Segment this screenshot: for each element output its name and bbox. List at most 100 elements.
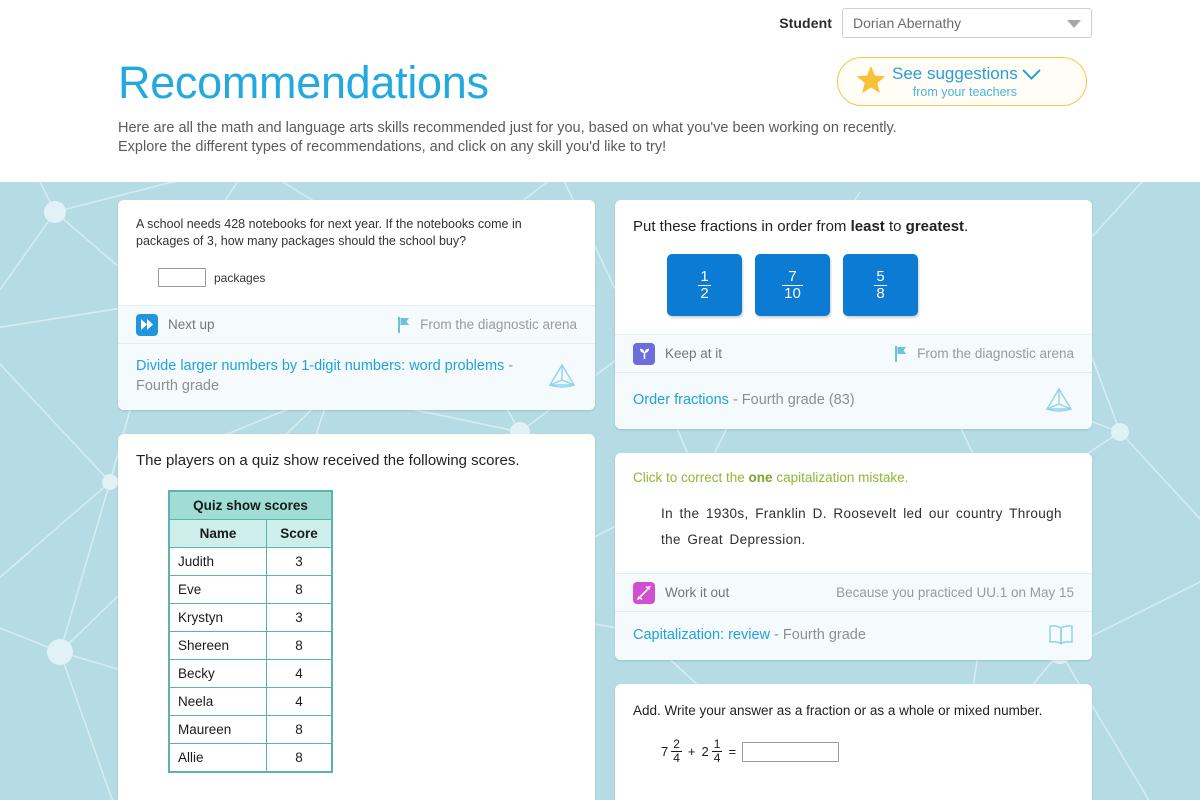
- chevron-down-icon: [1022, 61, 1041, 80]
- whole-part: 7: [661, 744, 669, 759]
- problem-preview: A school needs 428 notebooks for next ye…: [118, 200, 595, 305]
- source-text: Because you practiced UU.1 on May 15: [836, 585, 1074, 600]
- fraction-denominator: 4: [711, 751, 723, 765]
- problem-question: Put these fractions in order from least …: [633, 216, 1074, 238]
- skill-name-link[interactable]: Order fractions: [633, 392, 729, 408]
- cell-name: Neela: [168, 687, 267, 716]
- cell-name: Becky: [168, 659, 267, 688]
- fraction-denominator: 2: [698, 284, 711, 302]
- answer-unit-label: packages: [214, 270, 266, 285]
- student-dropdown-value: Dorian Abernathy: [853, 15, 962, 31]
- expression-row: 7 2 4 + 2 1 4 =: [633, 738, 1074, 765]
- table-title-row: Quiz show scores: [168, 490, 333, 520]
- problem-preview: Add. Write your answer as a fraction or …: [615, 684, 1092, 800]
- fraction-tiles: 1 2 7 10 5 8: [633, 254, 1074, 316]
- badge-label: Next up: [168, 317, 215, 332]
- table-row: Krystyn 3: [168, 603, 333, 632]
- card-meta-strip: Keep at it From the diagnostic arena: [615, 334, 1092, 372]
- fraction-numerator: 1: [700, 267, 709, 285]
- fast-forward-icon: [136, 313, 158, 336]
- pyramid-icon: [1045, 387, 1073, 412]
- flag-icon: [398, 316, 410, 333]
- problem-preview: Click to correct the one capitalization …: [615, 453, 1092, 573]
- table-row: Maureen 8: [168, 715, 333, 744]
- source-text: From the diagnostic arena: [420, 317, 577, 332]
- hint-post: capitalization mistake.: [772, 470, 909, 485]
- cell-score: 8: [266, 715, 333, 744]
- table-title: Quiz show scores: [168, 490, 333, 520]
- student-dropdown[interactable]: Dorian Abernathy: [842, 8, 1092, 38]
- column-header-score: Score: [266, 519, 333, 548]
- prompt-emphasis-least: least: [850, 218, 885, 235]
- answer-input[interactable]: [742, 741, 840, 762]
- page-description-line-2: Explore the different types of recommend…: [118, 139, 667, 155]
- cell-score: 3: [266, 603, 333, 632]
- cell-name: Judith: [168, 547, 267, 576]
- recommendation-card[interactable]: The players on a quiz show received the …: [118, 434, 595, 800]
- fraction-denominator: 8: [874, 284, 887, 302]
- table-row: Becky 4: [168, 659, 333, 688]
- recommendation-card[interactable]: Add. Write your answer as a fraction or …: [615, 684, 1092, 800]
- cell-score: 8: [266, 631, 333, 660]
- cell-name: Krystyn: [168, 603, 267, 632]
- page-description: Here are all the math and language arts …: [118, 119, 1078, 157]
- star-icon: [856, 65, 886, 94]
- skill-name-link[interactable]: Capitalization: review: [633, 627, 770, 643]
- fraction-denominator: 4: [671, 751, 682, 765]
- chevron-down-icon: [1067, 20, 1081, 28]
- mixed-number-b: 2 1 4: [702, 738, 723, 765]
- problem-question: Add. Write your answer as a fraction or …: [633, 703, 1043, 718]
- fraction-denominator: 10: [782, 284, 803, 302]
- skill-grade: - Fourth grade (83): [732, 392, 855, 408]
- pyramid-icon: [548, 363, 576, 388]
- operator-plus: +: [687, 744, 696, 759]
- skill-row[interactable]: Capitalization: review - Fourth grade: [615, 611, 1092, 660]
- fraction-numerator: 1: [713, 737, 721, 751]
- page-title: Recommendations: [118, 57, 489, 108]
- hint-pre: Click to correct the: [633, 470, 749, 485]
- fraction-tile[interactable]: 1 2: [667, 254, 742, 316]
- prompt-post: .: [964, 218, 969, 235]
- recommendation-card[interactable]: Put these fractions in order from least …: [615, 200, 1092, 429]
- prompt-mid: to: [884, 218, 906, 235]
- page-description-line-1: Here are all the math and language arts …: [118, 120, 897, 136]
- cell-name: Allie: [168, 743, 267, 773]
- cell-score: 4: [266, 659, 333, 688]
- skill-grade: - Fourth grade: [774, 627, 866, 643]
- student-label: Student: [779, 15, 832, 31]
- fraction-tile[interactable]: 5 8: [843, 254, 918, 316]
- recommendations-body: A school needs 428 notebooks for next ye…: [0, 182, 1200, 800]
- mixed-number-a: 7 2 4: [661, 738, 682, 765]
- equals-sign: =: [728, 744, 737, 759]
- cell-score: 8: [266, 575, 333, 604]
- answer-row: packages: [136, 268, 577, 287]
- fraction-tile[interactable]: 7 10: [755, 254, 830, 316]
- skill-name-link[interactable]: Divide larger numbers by 1-digit numbers…: [136, 358, 504, 374]
- recommendation-card[interactable]: Click to correct the one capitalization …: [615, 453, 1092, 660]
- problem-preview: The players on a quiz show received the …: [118, 434, 595, 800]
- cell-name: Eve: [168, 575, 267, 604]
- see-suggestions-button[interactable]: See suggestions from your teachers: [837, 57, 1087, 106]
- prompt-pre: Put these fractions in order from: [633, 218, 851, 235]
- cell-name: Maureen: [168, 715, 267, 744]
- problem-question: A school needs 428 notebooks for next ye…: [136, 217, 522, 248]
- answer-input[interactable]: [158, 268, 206, 287]
- whole-part: 2: [701, 744, 709, 759]
- card-meta-strip: Next up From the diagnostic arena: [118, 305, 595, 343]
- problem-sentence[interactable]: In the 1930s, Franklin D. Roosevelt led …: [633, 501, 1074, 553]
- table-row: Neela 4: [168, 687, 333, 716]
- fraction-numerator: 5: [876, 267, 885, 285]
- page-header: Student Dorian Abernathy Recommendations…: [0, 0, 1200, 182]
- table-row: Eve 8: [168, 575, 333, 604]
- quiz-show-scores-table: Quiz show scores Name Score Judith 3 Eve…: [168, 490, 333, 773]
- table-row: Shereen 8: [168, 631, 333, 660]
- recommendation-card[interactable]: A school needs 428 notebooks for next ye…: [118, 200, 595, 410]
- skill-row[interactable]: Divide larger numbers by 1-digit numbers…: [118, 343, 595, 410]
- cell-score: 4: [266, 687, 333, 716]
- card-meta-strip: Work it out Because you practiced UU.1 o…: [615, 573, 1092, 611]
- cell-name: Shereen: [168, 631, 267, 660]
- skill-row[interactable]: Order fractions - Fourth grade (83): [615, 372, 1092, 429]
- fraction-numerator: 2: [673, 737, 680, 751]
- left-column: A school needs 428 notebooks for next ye…: [118, 200, 595, 800]
- fraction-numerator: 7: [788, 267, 797, 285]
